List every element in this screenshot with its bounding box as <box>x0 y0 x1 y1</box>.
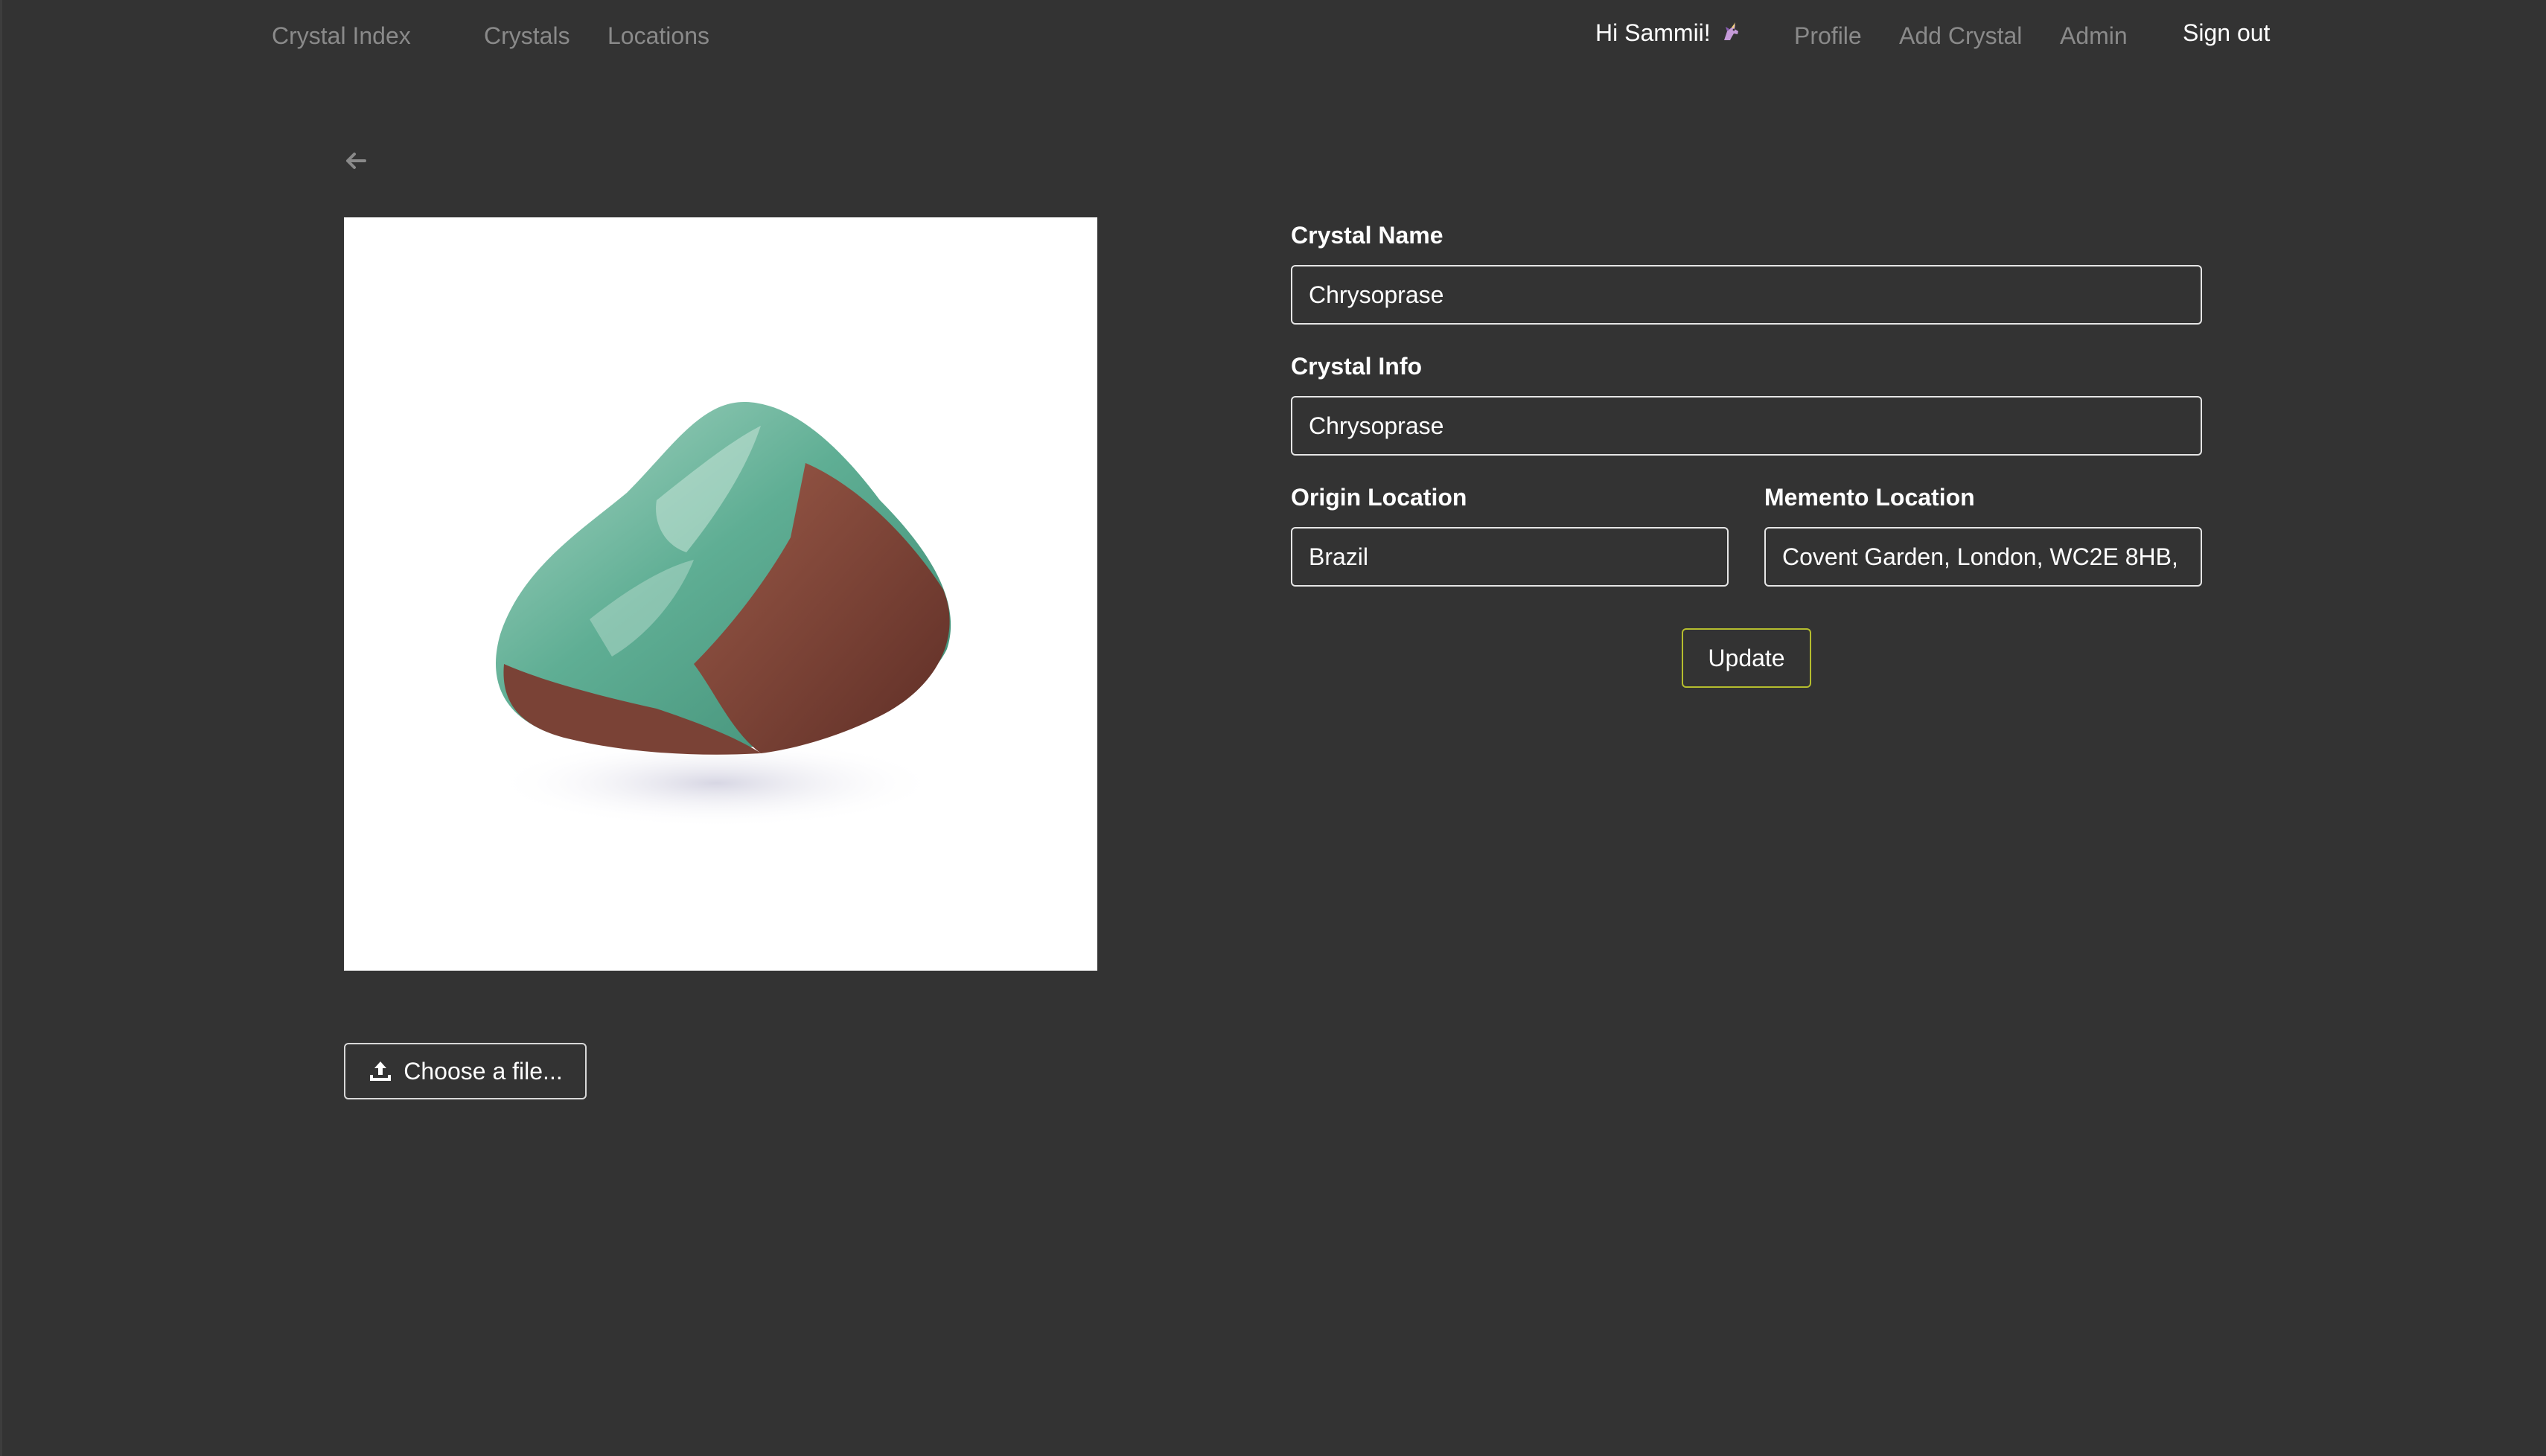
crystal-image <box>344 217 1097 971</box>
crystal-name-label: Crystal Name <box>1291 222 1443 249</box>
choose-file-button[interactable]: Choose a file... <box>344 1043 587 1099</box>
nav-link-admin[interactable]: Admin <box>2060 21 2128 51</box>
origin-location-label: Origin Location <box>1291 484 1467 511</box>
user-greeting: Hi Sammii! <box>1595 18 1743 48</box>
sign-out-link[interactable]: Sign out <box>2183 18 2270 48</box>
nav-link-locations[interactable]: Locations <box>607 21 709 51</box>
crystal-info-input[interactable] <box>1291 396 2202 456</box>
brand-link[interactable]: Crystal Index <box>272 21 411 51</box>
memento-location-input[interactable] <box>1764 527 2202 587</box>
upload-icon <box>370 1061 392 1081</box>
crystal-name-input[interactable] <box>1291 265 2202 325</box>
arrow-left-icon <box>346 153 366 169</box>
back-button[interactable] <box>339 146 372 176</box>
unicorn-icon <box>1720 21 1743 45</box>
origin-location-input[interactable] <box>1291 527 1729 587</box>
nav-link-crystals[interactable]: Crystals <box>484 21 570 51</box>
memento-location-label: Memento Location <box>1764 484 1975 511</box>
choose-file-label: Choose a file... <box>403 1057 563 1085</box>
top-navbar: Crystal Index Crystals Locations Hi Samm… <box>0 0 2546 74</box>
window-edge <box>0 0 2 1456</box>
greeting-text: Hi Sammii! <box>1595 19 1711 46</box>
crystal-info-label: Crystal Info <box>1291 353 1423 380</box>
update-button[interactable]: Update <box>1682 628 1811 688</box>
nav-link-profile[interactable]: Profile <box>1794 21 1862 51</box>
nav-link-add-crystal[interactable]: Add Crystal <box>1899 21 2022 51</box>
